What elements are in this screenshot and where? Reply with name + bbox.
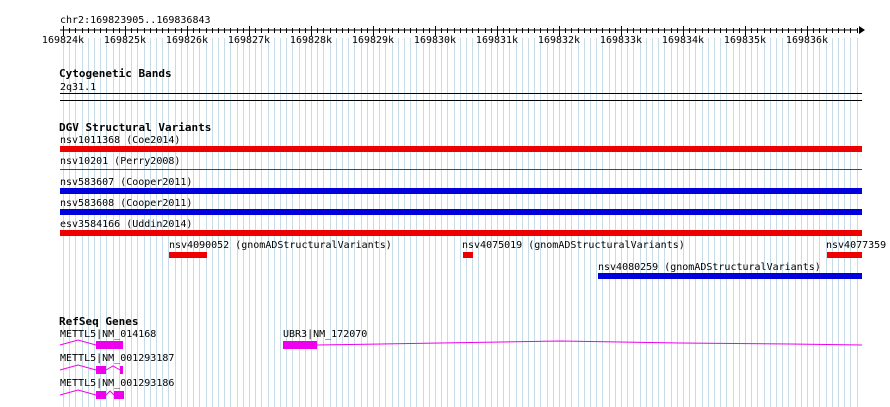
exon	[96, 366, 106, 374]
exon	[96, 341, 123, 349]
gene-model-mettl5-nm014168[interactable]	[59, 339, 123, 349]
genome-browser-view[interactable]: chr2:169823905..169836843 169824k 169825k…	[0, 0, 890, 407]
exon	[114, 391, 124, 399]
exon	[283, 341, 317, 349]
gene-model-ubr3-nm172070[interactable]	[283, 340, 863, 349]
gene-model-mettl5-nm001293186[interactable]	[59, 389, 124, 399]
gene-models[interactable]	[0, 0, 890, 407]
gene-model-mettl5-nm001293187[interactable]	[59, 364, 123, 374]
exon	[120, 366, 123, 374]
exon	[96, 391, 106, 399]
